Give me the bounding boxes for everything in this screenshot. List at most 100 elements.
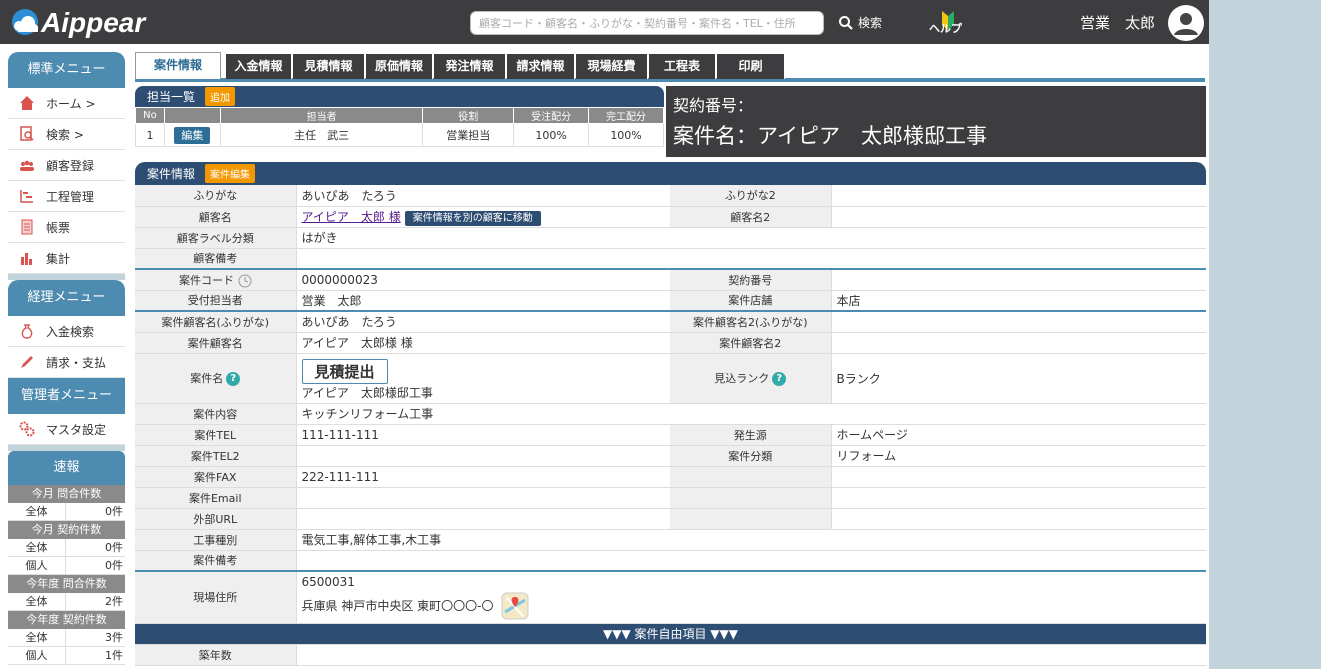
- clock-icon[interactable]: [238, 274, 252, 288]
- tab-order-info[interactable]: 発注情報: [434, 54, 506, 79]
- sidebar-item-label: 帳票: [46, 220, 71, 235]
- top-bar: Aippear 検索 ヘルプ 営業 太郎: [0, 0, 1209, 44]
- help-question-icon[interactable]: ?: [772, 372, 787, 386]
- gears-icon: [18, 420, 36, 438]
- add-staff-button[interactable]: 追加: [205, 87, 236, 106]
- address-line: 兵庫県 神戸市中央区 東町〇〇〇-〇: [302, 592, 1202, 620]
- tab-bar: 案件情報 入金情報 見積情報 原価情報 発注情報 請求情報 現場経費 工程表 印…: [135, 52, 1205, 80]
- report-title: 速報: [8, 451, 125, 485]
- external-url-value: [296, 508, 670, 530]
- customer-note-value: [296, 248, 1206, 270]
- help-question-icon[interactable]: ?: [226, 372, 241, 386]
- sidebar-item-forms[interactable]: 帳票: [8, 212, 125, 243]
- sidebar-item-master-settings[interactable]: マスタ設定: [8, 414, 125, 445]
- tab-cost-info[interactable]: 原価情報: [366, 54, 433, 79]
- aippear-logo[interactable]: Aippear: [8, 4, 198, 40]
- col-header: 完工配分: [588, 107, 664, 124]
- people-icon: [18, 156, 36, 174]
- col-header: No: [135, 107, 165, 124]
- col-header: [163, 107, 221, 124]
- tab-schedule[interactable]: 工程表: [649, 54, 716, 79]
- field-label: 案件Email: [135, 487, 297, 509]
- sidebar-item-label: 入金検索: [46, 324, 95, 339]
- tab-print[interactable]: 印刷: [717, 54, 785, 79]
- field-label: 案件TEL2: [135, 445, 297, 467]
- empty-label: [670, 508, 832, 530]
- report-row: 全体 0件: [8, 503, 125, 521]
- sidebar-item-label: 請求・支払: [46, 355, 107, 370]
- table-row: 案件備考: [135, 550, 1206, 572]
- map-icon[interactable]: [501, 592, 529, 620]
- report-key: 全体: [8, 539, 66, 556]
- sidebar-item-summary[interactable]: 集計: [8, 243, 125, 274]
- tab-site-expense[interactable]: 現場経費: [576, 54, 648, 79]
- project-name-label: 案件名：: [673, 124, 757, 148]
- store-value: 本店: [831, 290, 1206, 312]
- field-label: 案件コード: [179, 273, 234, 287]
- field-label: 現場住所: [135, 570, 297, 624]
- avatar[interactable]: [1168, 5, 1204, 41]
- customer2-value: [831, 206, 1206, 228]
- site-address-cell: 6500031 兵庫県 神戸市中央区 東町〇〇〇-〇: [296, 570, 1206, 624]
- empty-value: [831, 487, 1206, 509]
- field-label: 受付担当者: [135, 290, 297, 312]
- report-key: 全体: [8, 503, 66, 520]
- project-info-table: ふりがな あいぴあ たろう ふりがな2 顧客名 アイピア 太郎 様案件情報を別の…: [135, 185, 1206, 666]
- sidebar-item-process[interactable]: 工程管理: [8, 181, 125, 212]
- tab-invoice-info[interactable]: 請求情報: [507, 54, 575, 79]
- staff-no: 1: [135, 123, 165, 147]
- project-email-value: [296, 487, 670, 509]
- table-row: 受付担当者 営業 太郎 案件店舗 本店: [135, 290, 1206, 312]
- report-row: 全体 2件: [8, 593, 125, 611]
- table-row: 案件内容 キッチンリフォーム工事: [135, 403, 1206, 425]
- sidebar-item-payment-search[interactable]: 入金検索: [8, 316, 125, 347]
- report-group-title: 今年度 問合件数: [8, 575, 125, 593]
- edit-project-button[interactable]: 案件編集: [205, 164, 256, 183]
- edit-staff-button[interactable]: 編集: [174, 127, 211, 144]
- search-button[interactable]: 検索: [838, 14, 882, 31]
- work-type-value: 電気工事,解体工事,木工事: [296, 529, 1206, 551]
- field-label: 契約番号: [670, 268, 832, 291]
- search-icon: [839, 15, 853, 30]
- category-value: リフォーム: [831, 445, 1206, 467]
- sidebar-item-search[interactable]: 検索 >: [8, 119, 125, 150]
- staff-panel: 担当一覧 追加 No 担当者 役割 受注配分 完工配分 1 編集 主任 武三 営…: [135, 86, 664, 147]
- table-row: 1 編集 主任 武三 営業担当 100% 100%: [135, 123, 664, 147]
- furigana2-value: [831, 185, 1206, 207]
- report-value: 0件: [105, 505, 123, 518]
- field-label-with-help: 案件名?: [135, 353, 297, 404]
- tab-payment-info[interactable]: 入金情報: [226, 54, 292, 79]
- field-label: 案件備考: [135, 550, 297, 572]
- sidebar-item-label: マスタ設定: [46, 422, 107, 437]
- sidebar-item-customer-register[interactable]: 顧客登録: [8, 150, 125, 181]
- project-code-value: 0000000023: [296, 268, 670, 291]
- report-value: 2件: [105, 595, 123, 608]
- field-label-with-icon: 案件コード: [135, 268, 297, 291]
- free-fields-bar[interactable]: ▼▼▼ 案件自由項目 ▼▼▼: [135, 623, 1206, 645]
- staff-person: 主任 武三: [219, 123, 424, 147]
- table-row: 築年数: [135, 644, 1206, 666]
- tab-estimate-info[interactable]: 見積情報: [293, 54, 365, 79]
- sidebar-item-home[interactable]: ホーム >: [8, 88, 125, 119]
- col-header: 受注配分: [513, 107, 590, 124]
- pen-icon: [18, 353, 36, 371]
- app-window: Aippear 検索 ヘルプ 営業 太郎 標準メニュー ホーム > 検索 > 顧…: [0, 0, 1209, 669]
- furigana-value: あいぴあ たろう: [296, 185, 670, 207]
- global-search-input[interactable]: [470, 11, 824, 35]
- empty-label: [670, 466, 832, 488]
- field-label: 案件顧客名: [135, 332, 297, 354]
- standard-menu-title: 標準メニュー: [8, 52, 125, 88]
- customer-name-link[interactable]: アイピア 太郎 様: [302, 210, 401, 224]
- report-group-title: 今月 問合件数: [8, 485, 125, 503]
- project-name-cell: 見積提出 アイピア 太郎様邸工事: [296, 353, 670, 404]
- estimate-submitted-badge[interactable]: 見積提出: [301, 358, 388, 384]
- help-beginner-mark-icon[interactable]: ヘルプ: [928, 8, 974, 38]
- field-label: 顧客名: [135, 206, 297, 228]
- move-to-other-customer-button[interactable]: 案件情報を別の顧客に移動: [404, 211, 541, 226]
- project-fax-value: 222-111-111: [296, 466, 670, 488]
- tab-project-info[interactable]: 案件情報: [135, 52, 221, 80]
- staff-order-share: 100%: [513, 123, 590, 147]
- sidebar-item-billing[interactable]: 請求・支払: [8, 347, 125, 378]
- help-label: ヘルプ: [929, 21, 963, 35]
- user-name[interactable]: 営業 太郎: [1080, 12, 1155, 33]
